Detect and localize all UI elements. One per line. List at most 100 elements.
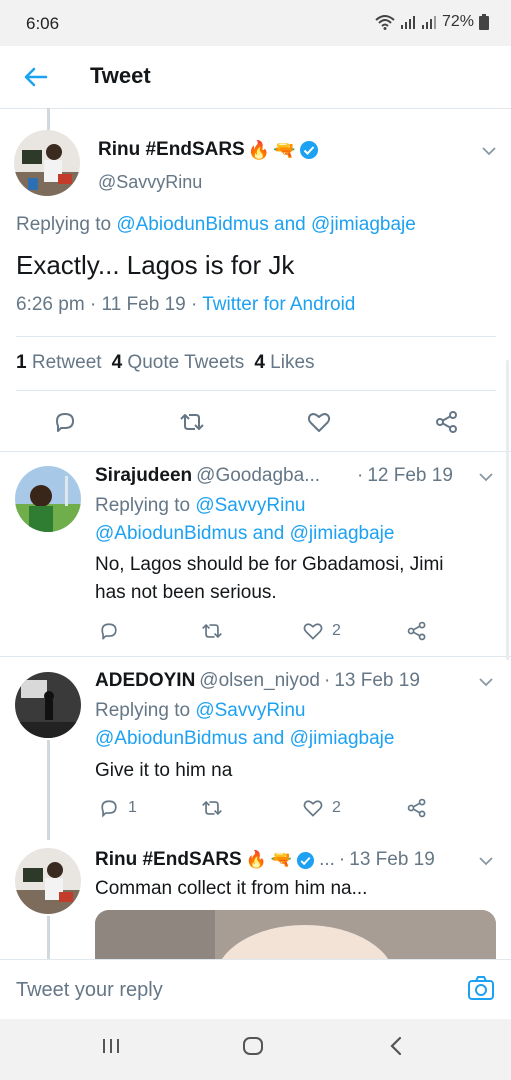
battery-icon xyxy=(479,14,489,30)
quote-stat[interactable]: 4 Quote Tweets xyxy=(112,352,245,374)
back-arrow-icon[interactable] xyxy=(22,64,48,90)
status-bar: 6:06 72% xyxy=(0,0,511,46)
tweet-meta: 6:26 pm · 11 Feb 19 · Twitter for Androi… xyxy=(16,294,356,315)
signal-icon xyxy=(400,16,415,29)
fire-emoji: 🔥 xyxy=(245,850,267,869)
page-title: Tweet xyxy=(90,63,151,88)
avatar[interactable] xyxy=(14,130,80,196)
author-name[interactable]: ADEDOYIN xyxy=(95,670,195,692)
avatar[interactable] xyxy=(15,672,81,738)
reply-icon[interactable] xyxy=(52,409,78,435)
replying-to: Replying to @SavvyRinu xyxy=(95,495,306,516)
chevron-down-icon[interactable] xyxy=(479,472,493,482)
author-handle: @olsen_niyod xyxy=(199,670,320,691)
battery-percent: 72% xyxy=(441,13,474,30)
water-gun-emoji: 🔫 xyxy=(273,139,296,160)
avatar-image xyxy=(15,466,81,532)
avatar-image xyxy=(15,672,81,738)
reply-date: 12 Feb 19 xyxy=(367,465,453,486)
avatar[interactable] xyxy=(15,848,81,914)
replying-to: Replying to @AbiodunBidmus and @jimiagba… xyxy=(16,214,416,235)
retweet-stat[interactable]: 1 Retweet xyxy=(16,352,102,374)
author-name: Rinu #EndSARS xyxy=(98,139,245,160)
reply-header: Rinu #EndSARS 🔥 🔫 ... · 13 Feb 19 xyxy=(95,849,435,871)
thread-line xyxy=(47,108,50,130)
mention-link[interactable]: @AbiodunBidmus xyxy=(95,728,247,749)
avatar-image xyxy=(15,848,81,914)
share-icon[interactable] xyxy=(434,409,460,435)
likes-stat[interactable]: 4 Likes xyxy=(254,352,314,374)
home-icon[interactable] xyxy=(242,1035,264,1057)
recent-apps-icon[interactable] xyxy=(100,1035,122,1057)
tweet-date: 11 Feb 19 xyxy=(101,294,186,315)
divider xyxy=(0,451,511,452)
reply-count: 1 xyxy=(128,799,137,816)
heart-icon[interactable] xyxy=(306,409,332,435)
mention-link[interactable]: @AbiodunBidmus xyxy=(95,523,247,544)
tweet-text: Exactly... Lagos is for Jk xyxy=(16,250,295,280)
system-nav-bar xyxy=(0,1019,511,1080)
chevron-down-icon[interactable] xyxy=(479,856,493,866)
mention-link[interactable]: @jimiagbaje xyxy=(290,728,395,749)
signal-icon xyxy=(421,16,436,29)
tweet-actions xyxy=(0,404,511,440)
chevron-down-icon[interactable] xyxy=(479,677,493,687)
reply-text: Give it to him na xyxy=(95,760,233,781)
share-icon[interactable] xyxy=(406,797,428,819)
author-handle: @SavvyRinu xyxy=(98,172,203,192)
reply-input[interactable]: Tweet your reply xyxy=(16,979,163,1002)
reply-text: Comman collect it from him na... xyxy=(95,878,368,899)
camera-icon[interactable] xyxy=(467,975,495,1001)
tweet-source[interactable]: Twitter for Android xyxy=(202,294,355,315)
author-handle: @Goodagba... xyxy=(196,465,321,486)
divider xyxy=(16,390,496,391)
water-gun-emoji: 🔫 xyxy=(270,850,293,869)
replying-to: Replying to @SavvyRinu xyxy=(95,700,306,721)
avatar-image xyxy=(14,130,80,196)
share-icon[interactable] xyxy=(406,620,428,642)
wifi-icon xyxy=(375,15,395,30)
retweet-icon[interactable] xyxy=(178,409,206,435)
reply-action[interactable]: 1 xyxy=(98,797,137,819)
status-icons: 72% xyxy=(375,13,489,31)
author-name[interactable]: Sirajudeen xyxy=(95,465,192,487)
top-nav: Tweet xyxy=(0,46,511,109)
heart-icon xyxy=(303,623,323,640)
reply-composer[interactable]: Tweet your reply xyxy=(0,959,511,1020)
avatar[interactable] xyxy=(15,466,81,532)
verified-badge-icon xyxy=(297,851,315,869)
heart-icon xyxy=(303,800,323,817)
reply-text: No, Lagos should be for Gbadamosi, Jimi … xyxy=(95,554,444,603)
mention-link[interactable]: @jimiagbaje xyxy=(290,523,395,544)
thread-line xyxy=(47,740,50,840)
reply-header: ADEDOYIN @olsen_niyod · 13 Feb 19 xyxy=(95,670,420,692)
retweet-icon[interactable] xyxy=(200,620,224,642)
chevron-down-icon[interactable] xyxy=(482,146,496,156)
divider xyxy=(16,336,496,337)
author-name-row[interactable]: Rinu #EndSARS 🔥 🔫 xyxy=(98,139,319,161)
reply-header: Sirajudeen @Goodagba... xyxy=(95,465,320,487)
thread-line xyxy=(47,916,50,959)
retweet-icon[interactable] xyxy=(200,797,224,819)
status-time: 6:06 xyxy=(26,14,60,33)
reply-date: 13 Feb 19 xyxy=(334,670,420,691)
like-action[interactable]: 2 xyxy=(302,620,341,642)
reply-icon[interactable] xyxy=(98,620,120,642)
reply-icon xyxy=(101,800,117,818)
reply-date: 13 Feb 19 xyxy=(349,849,435,870)
back-icon[interactable] xyxy=(386,1035,408,1057)
divider xyxy=(0,656,511,657)
mention-link[interactable]: @AbiodunBidmus xyxy=(116,214,268,235)
fire-emoji: 🔥 xyxy=(247,139,271,160)
like-action[interactable]: 2 xyxy=(302,797,341,819)
tweet-time: 6:26 pm xyxy=(16,294,85,315)
mention-link[interactable]: @jimiagbaje xyxy=(311,214,416,235)
tweet-stats: 1 Retweet 4 Quote Tweets 4 Likes xyxy=(16,352,315,374)
verified-badge-icon xyxy=(299,141,318,159)
mention-link[interactable]: @SavvyRinu xyxy=(195,700,305,721)
author-name[interactable]: Rinu #EndSARS xyxy=(95,849,242,871)
like-count: 2 xyxy=(332,622,341,639)
like-count: 2 xyxy=(332,799,341,816)
scrollbar[interactable] xyxy=(506,360,509,660)
mention-link[interactable]: @SavvyRinu xyxy=(195,495,305,516)
